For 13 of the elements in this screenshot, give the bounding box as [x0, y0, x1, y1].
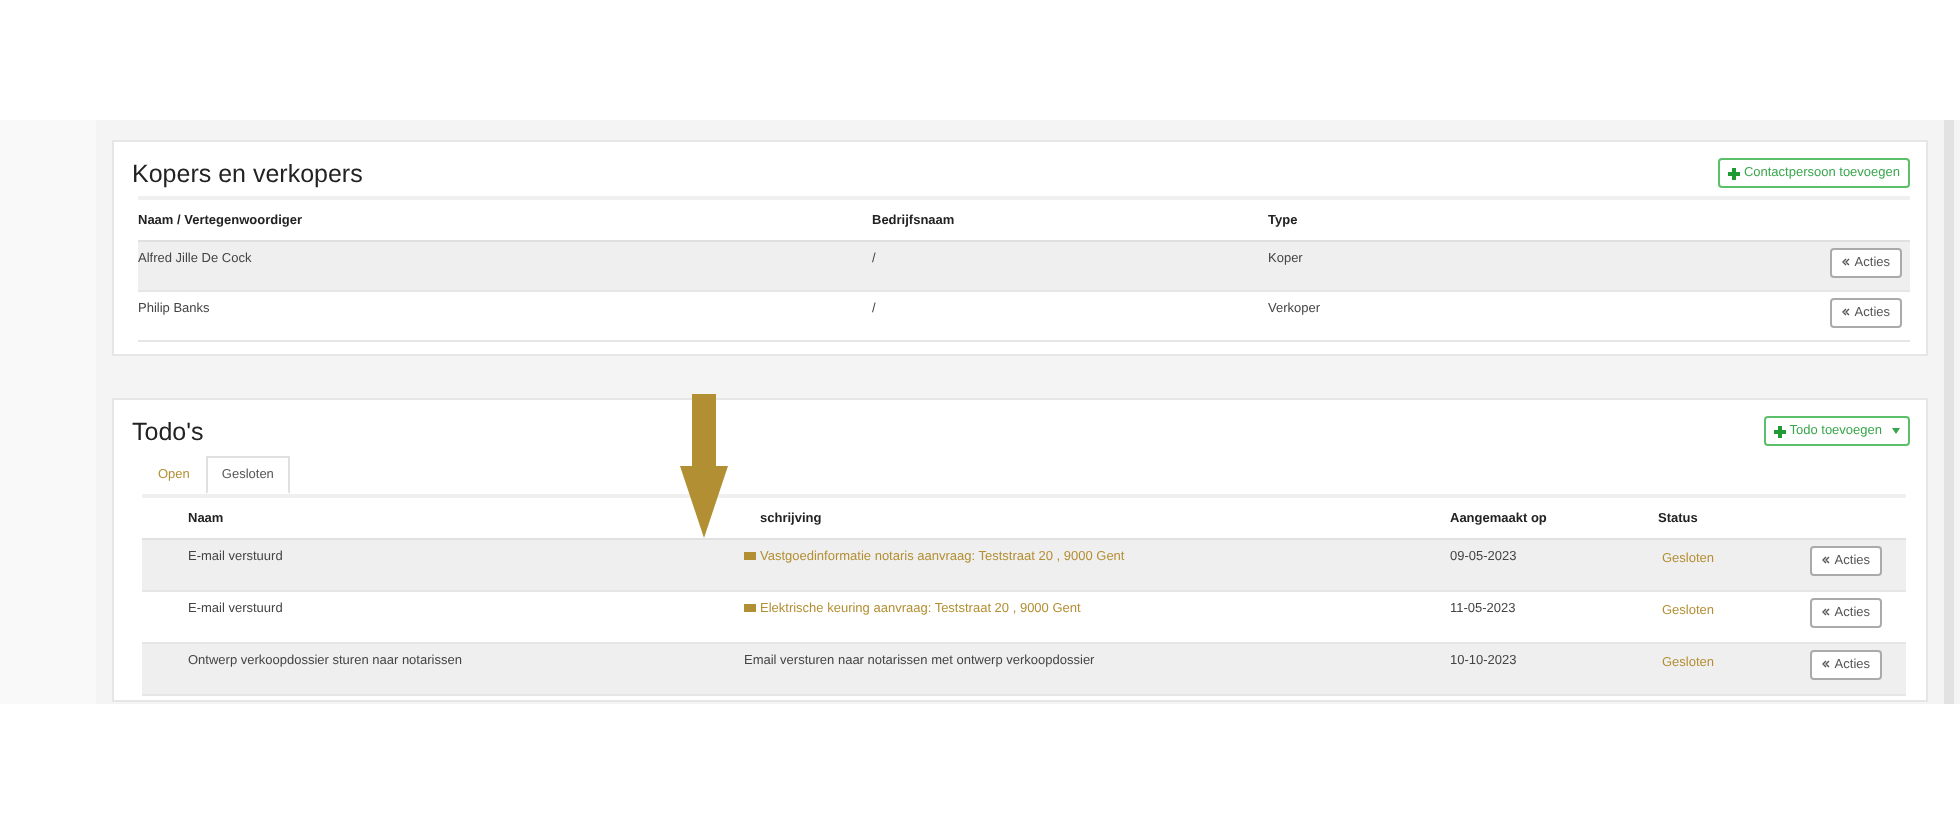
envelope-icon — [744, 604, 756, 613]
double-chevron-icon — [1842, 258, 1851, 266]
plus-icon — [1773, 425, 1786, 437]
double-chevron-icon — [1822, 556, 1831, 564]
double-chevron-icon — [1822, 660, 1831, 668]
plus-icon — [1727, 167, 1740, 179]
double-chevron-icon — [1842, 308, 1851, 316]
panel-title: Kopers en verkopers — [132, 159, 363, 187]
double-chevron-icon — [1822, 608, 1831, 616]
envelope-icon — [744, 552, 756, 561]
panel-title: Todo's — [132, 417, 204, 445]
caret-icon — [1892, 428, 1900, 434]
arrow-annotation — [680, 394, 728, 538]
